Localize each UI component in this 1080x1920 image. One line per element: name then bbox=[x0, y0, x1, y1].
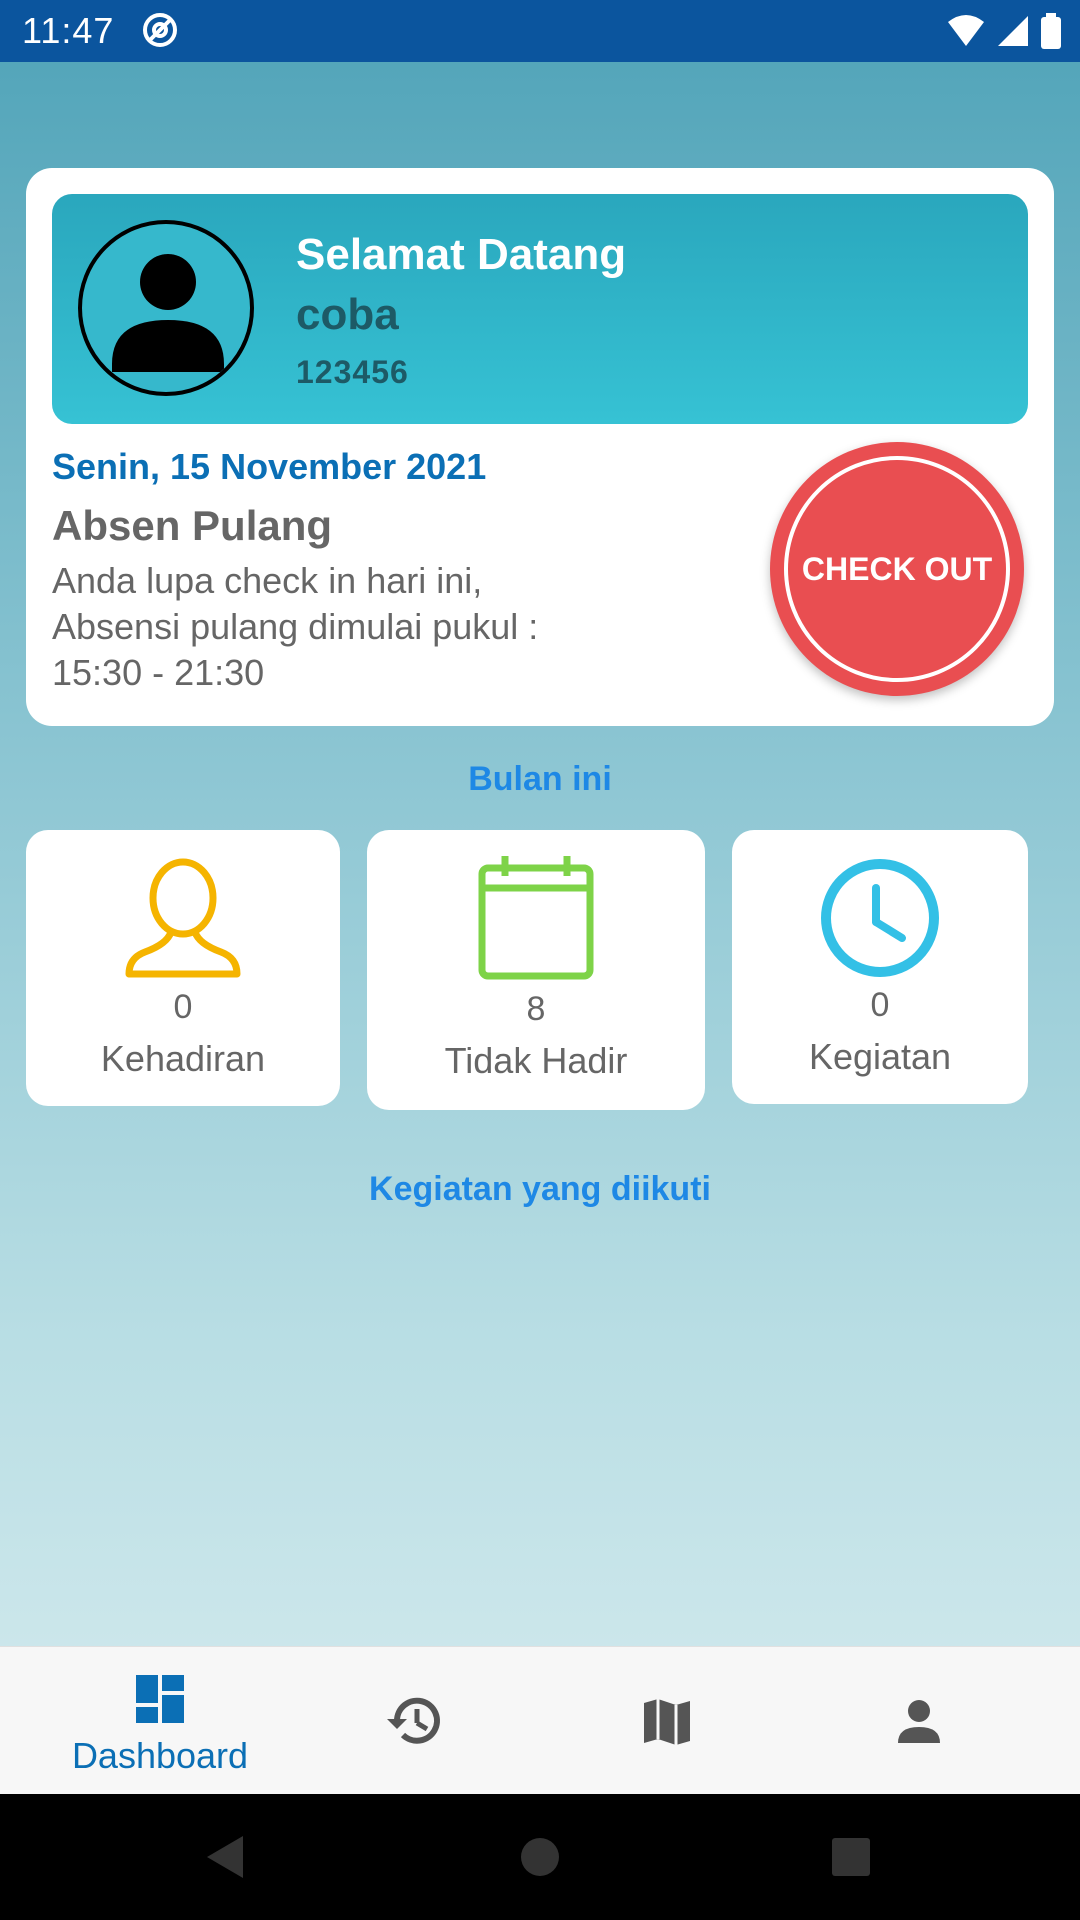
person-outline-icon bbox=[125, 858, 241, 978]
stat-card-kehadiran[interactable]: 0 Kehadiran bbox=[26, 830, 340, 1106]
recents-icon[interactable] bbox=[830, 1836, 872, 1878]
welcome-panel: Selamat Datang coba 123456 bbox=[52, 194, 1028, 424]
stat-value: 8 bbox=[526, 990, 546, 1028]
nav-item-profile[interactable] bbox=[794, 1647, 1044, 1795]
welcome-title: Selamat Datang bbox=[296, 230, 627, 279]
activities-section-label: Kegiatan yang diikuti bbox=[369, 1170, 711, 1208]
status-bar: 11:47 bbox=[0, 0, 1080, 62]
system-nav-bar bbox=[0, 1794, 1080, 1920]
clock-icon bbox=[821, 859, 939, 977]
checkout-button[interactable]: CHECK OUT bbox=[770, 442, 1024, 696]
calendar-icon bbox=[478, 856, 594, 980]
nav-item-dashboard[interactable]: Dashboard bbox=[35, 1647, 285, 1795]
stat-value: 0 bbox=[870, 986, 890, 1024]
stat-card-kegiatan[interactable]: 0 Kegiatan bbox=[732, 830, 1028, 1104]
at-sign-icon bbox=[143, 13, 177, 47]
stat-card-tidak-hadir[interactable]: 8 Tidak Hadir bbox=[367, 830, 705, 1110]
checkout-button-label: CHECK OUT bbox=[784, 456, 1010, 682]
current-date: Senin, 15 November 2021 bbox=[52, 446, 487, 487]
status-time: 11:47 bbox=[22, 10, 115, 51]
back-icon[interactable] bbox=[205, 1834, 245, 1880]
bottom-nav: Dashboard bbox=[0, 1646, 1080, 1795]
stat-label: Kegiatan bbox=[808, 1036, 952, 1077]
history-icon bbox=[387, 1697, 440, 1744]
map-icon bbox=[644, 1699, 690, 1745]
user-id: 123456 bbox=[296, 354, 409, 390]
nav-label-dashboard: Dashboard bbox=[71, 1735, 249, 1776]
nav-item-map[interactable] bbox=[542, 1647, 792, 1795]
stat-value: 0 bbox=[173, 988, 193, 1026]
person-avatar-icon bbox=[78, 220, 254, 396]
nav-item-history[interactable] bbox=[288, 1647, 538, 1795]
attendance-card: Selamat Datang coba 123456 Senin, 15 Nov… bbox=[26, 168, 1054, 726]
app-screen: 11:47 Selamat Datang coba 123456 Senin, … bbox=[0, 0, 1080, 1920]
status-icons bbox=[946, 12, 1062, 50]
attendance-description: Anda lupa check in hari ini, Absensi pul… bbox=[52, 560, 539, 693]
wifi-icon bbox=[948, 15, 984, 46]
home-icon[interactable] bbox=[519, 1836, 561, 1878]
dashboard-icon bbox=[136, 1675, 184, 1723]
month-section-label: Bulan ini bbox=[468, 760, 612, 798]
stat-label: Tidak Hadir bbox=[444, 1040, 628, 1081]
profile-icon bbox=[898, 1700, 940, 1743]
cellular-signal-icon bbox=[998, 16, 1028, 46]
battery-icon bbox=[1041, 13, 1061, 49]
stat-label: Kehadiran bbox=[100, 1038, 266, 1079]
user-name: coba bbox=[296, 290, 399, 339]
attendance-title: Absen Pulang bbox=[52, 502, 333, 549]
